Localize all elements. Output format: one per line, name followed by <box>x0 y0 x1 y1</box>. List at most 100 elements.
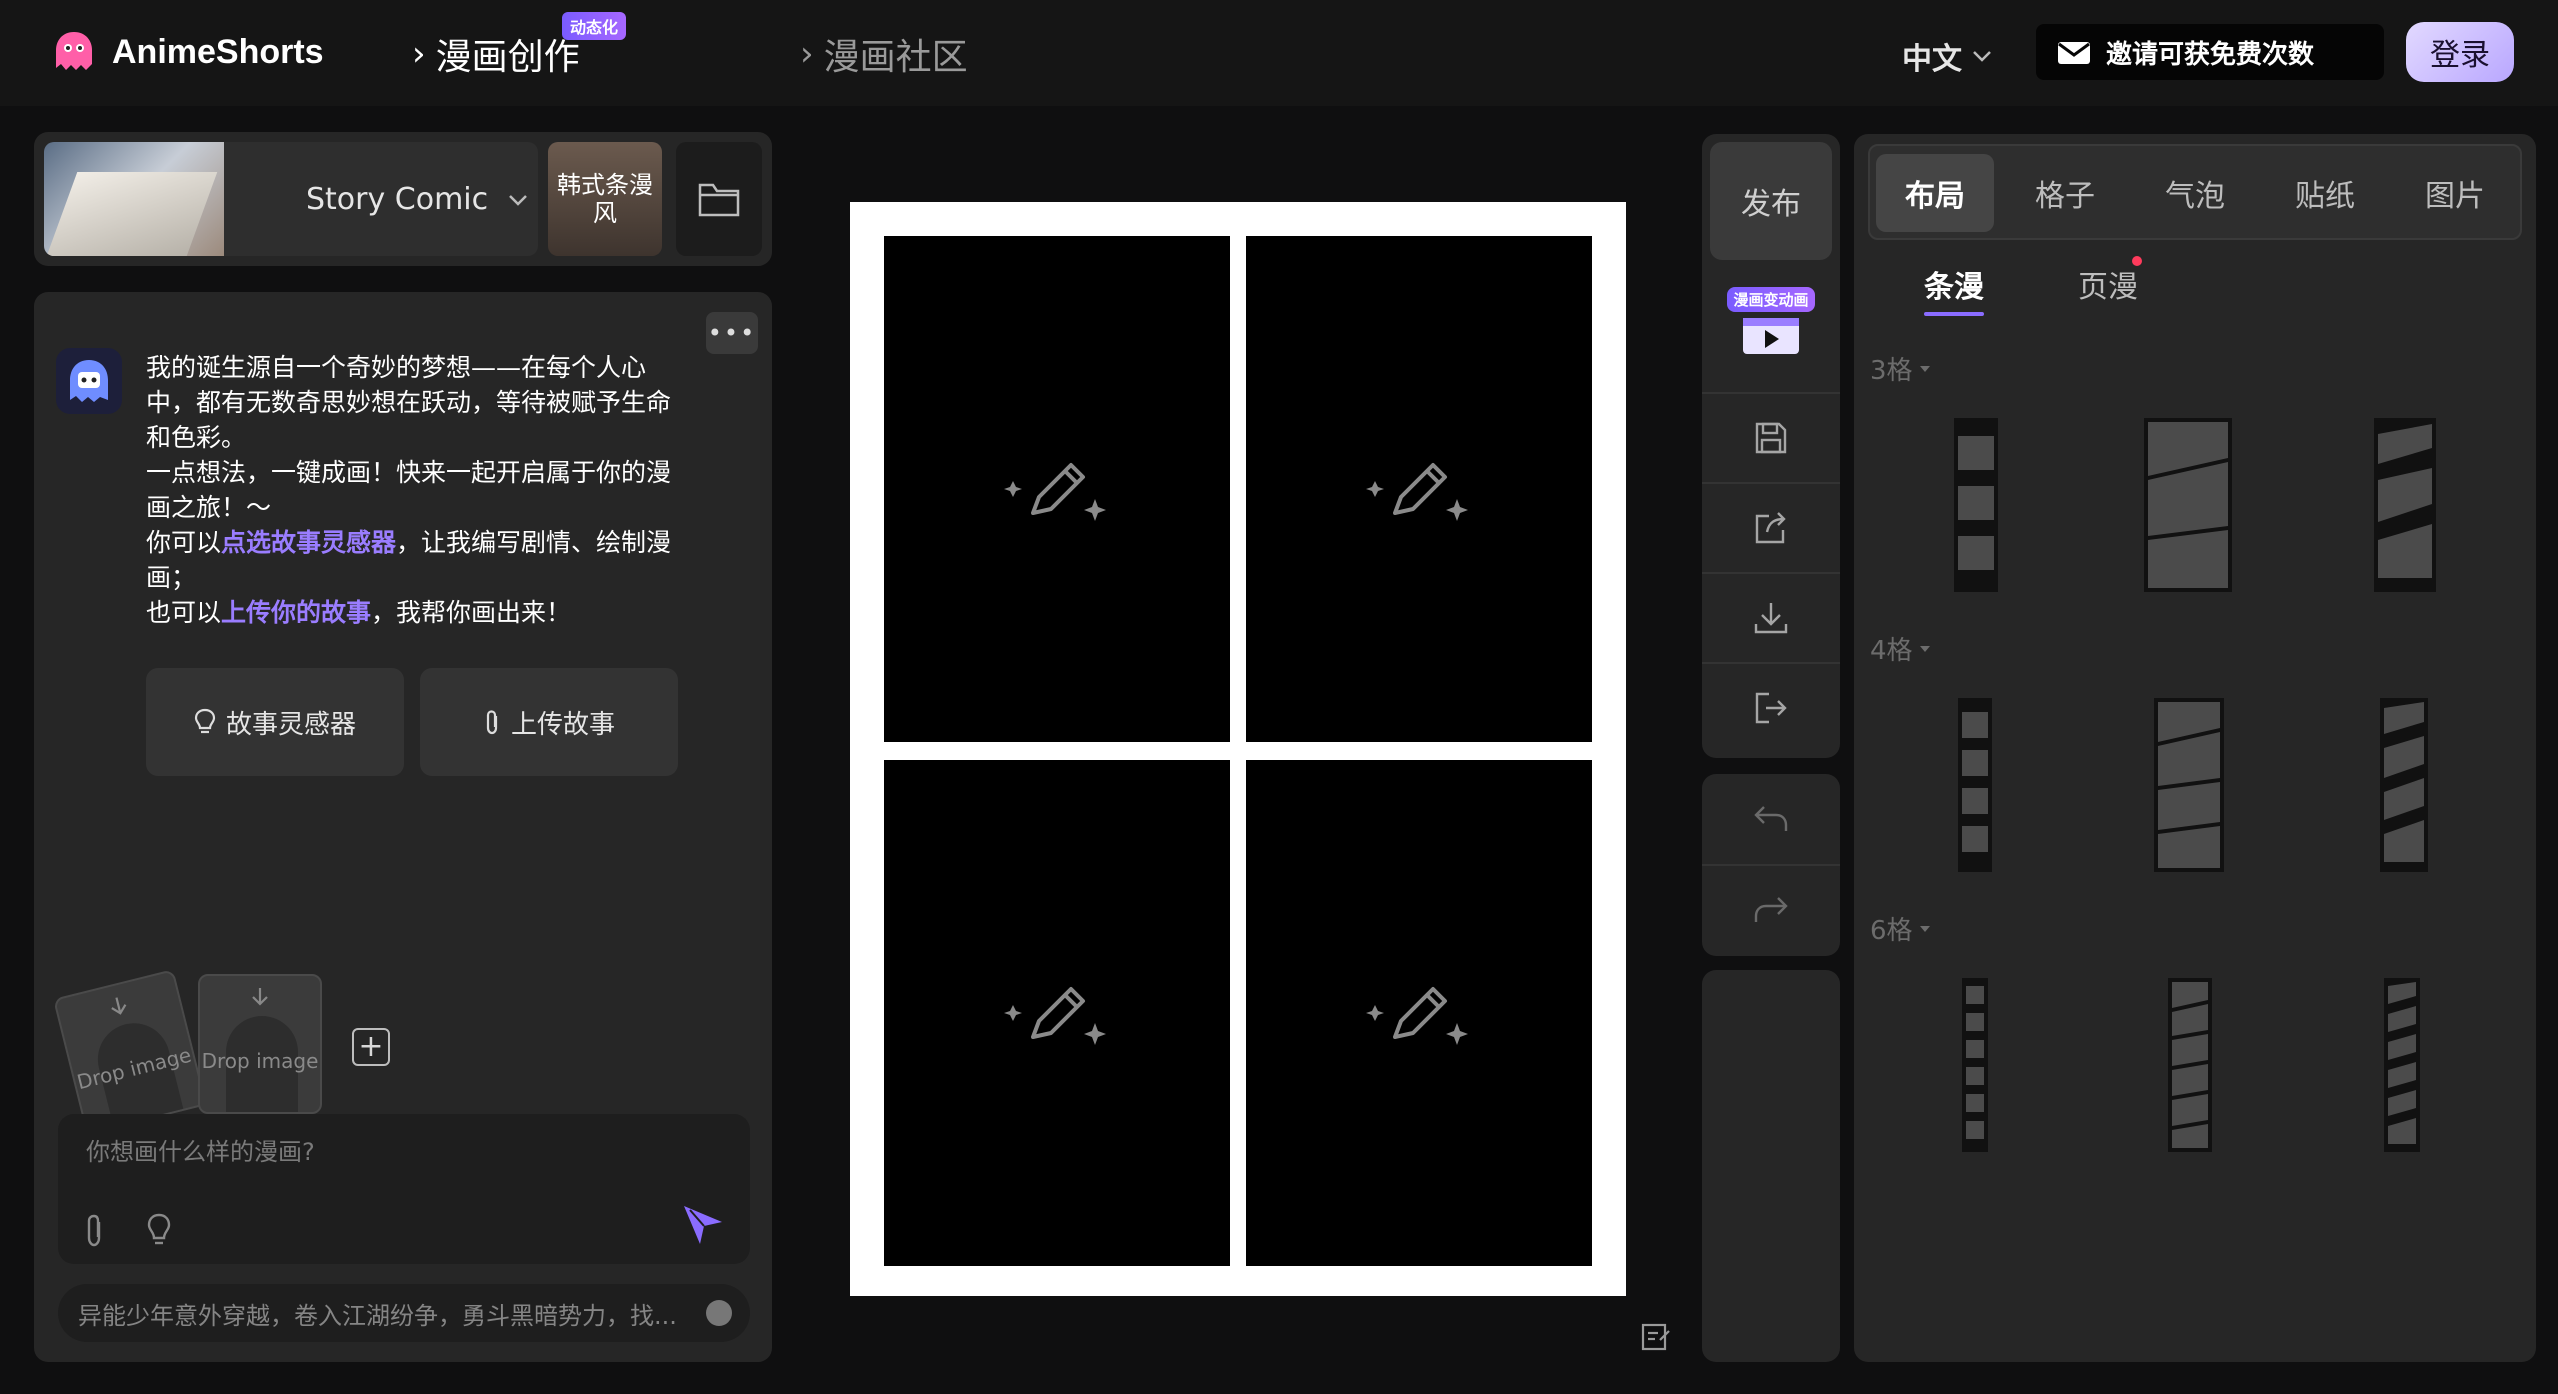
folder-button[interactable] <box>676 142 762 256</box>
caret-down-icon <box>1919 925 1931 933</box>
drop-image-slot-1[interactable]: Drop image <box>52 969 208 1135</box>
logo[interactable]: AnimeShorts <box>50 28 324 76</box>
layout-4-diagonal[interactable] <box>2380 698 2428 872</box>
logo-text: AnimeShorts <box>112 32 324 71</box>
nav-community-label: 漫画社区 <box>823 37 968 78</box>
suggestion-chip[interactable]: 异能少年意外穿越，卷入江湖纷争，勇斗黑暗势力，找... <box>58 1284 750 1342</box>
tab-image[interactable]: 图片 <box>2396 154 2514 232</box>
caret-down-icon <box>1919 645 1931 653</box>
comic-panel-1[interactable] <box>884 236 1230 742</box>
layout-3-straight[interactable] <box>1954 418 1998 592</box>
comic-canvas <box>850 202 1626 1296</box>
tab-bubble[interactable]: 气泡 <box>2136 154 2254 232</box>
section-3-panels[interactable]: 3格 <box>1870 350 1931 387</box>
logout-icon <box>1753 690 1789 726</box>
mail-icon <box>2056 38 2092 66</box>
subtab-page-comic[interactable]: 页漫 <box>2078 262 2138 306</box>
style-dropdown[interactable]: Story Comic <box>44 142 538 256</box>
chat-panel: ••• 我的诞生源自一个奇妙的梦想——在每个人心 中，都有无数奇思妙想在跃动，等… <box>34 292 772 1362</box>
bot-message-line: 我的诞生源自一个奇妙的梦想——在每个人心 <box>146 353 647 382</box>
upload-story-link[interactable]: 上传你的故事 <box>221 598 371 627</box>
layout-6-diagonal[interactable] <box>2384 978 2420 1152</box>
arrow-down-icon <box>248 986 272 1010</box>
undo-button[interactable] <box>1702 774 1840 864</box>
bot-message-line: 中，都有无数奇思妙想在跃动，等待被赋予生命 <box>146 388 672 417</box>
upload-story-button[interactable]: 上传故事 <box>420 668 678 776</box>
download-button[interactable] <box>1702 572 1840 662</box>
tab-grid[interactable]: 格子 <box>2006 154 2124 232</box>
subtab-strip-comic[interactable]: 条漫 <box>1924 262 1984 316</box>
refresh-icon[interactable] <box>706 1300 732 1326</box>
nav-comic-create[interactable]: › 漫画创作 <box>412 28 580 80</box>
style-korean-webtoon[interactable]: 韩式条漫风 <box>548 142 662 256</box>
layout-4-straight[interactable] <box>1958 698 1992 872</box>
style-selector-bar: Story Comic 韩式条漫风 <box>34 132 772 266</box>
login-button[interactable]: 登录 <box>2406 22 2514 82</box>
publish-button[interactable]: 发布 <box>1710 142 1832 260</box>
share-button[interactable] <box>1702 482 1840 572</box>
section-4-panels[interactable]: 4格 <box>1870 630 1931 667</box>
edit-note-icon[interactable] <box>1640 1320 1672 1352</box>
language-select[interactable]: 中文 <box>1902 34 1992 78</box>
comic-to-animation-button[interactable]: 漫画变动画 <box>1702 276 1840 366</box>
style-name-label: Story Comic <box>306 182 489 217</box>
add-image-button[interactable]: + <box>352 1028 390 1066</box>
share-icon <box>1753 510 1789 546</box>
layout-3-diagonal[interactable] <box>2374 418 2436 592</box>
text: ，我帮你画出来！ <box>371 598 572 627</box>
story-inspiration-button[interactable]: 故事灵感器 <box>146 668 404 776</box>
bot-message-line: 和色彩。 <box>146 423 247 452</box>
paperclip-icon[interactable] <box>84 1212 104 1248</box>
bot-message-line: 画之旅！～ <box>146 493 272 522</box>
prompt-input-placeholder: 你想画什么样的漫画? <box>86 1138 315 1166</box>
style-thumbnail <box>44 142 224 256</box>
redo-button[interactable] <box>1702 864 1840 954</box>
bot-message-line: 画； <box>146 563 197 592</box>
prompt-input-box[interactable]: 你想画什么样的漫画? <box>58 1114 750 1264</box>
nav-comic-community[interactable]: › 漫画社区 <box>800 28 968 80</box>
bot-message-line: 你可以点选故事灵感器，让我编写剧情、绘制漫 <box>146 525 686 560</box>
invite-button[interactable]: 邀请可获免费次数 <box>2036 24 2384 80</box>
drop-image-slot-2[interactable]: Drop image <box>198 974 322 1114</box>
exit-button[interactable] <box>1702 662 1840 752</box>
comic-panel-4[interactable] <box>1246 760 1592 1266</box>
more-options-button[interactable]: ••• <box>706 312 758 354</box>
bot-message-line: 一点想法，一键成画！快来一起开启属于你的漫 <box>146 458 672 487</box>
upload-story-label: 上传故事 <box>510 709 615 740</box>
lightbulb-icon <box>194 708 216 736</box>
comic-panel-3[interactable] <box>884 760 1230 1266</box>
text: 你可以 <box>146 528 222 557</box>
comic-panel-2[interactable] <box>1246 236 1592 742</box>
send-button[interactable] <box>680 1202 726 1248</box>
arrow-down-icon <box>104 993 133 1022</box>
section-label: 3格 <box>1870 356 1913 386</box>
panel-tabs: 布局 格子 气泡 贴纸 图片 <box>1868 144 2522 240</box>
section-6-panels[interactable]: 6格 <box>1870 910 1931 947</box>
layout-3-slanted[interactable] <box>2144 418 2232 592</box>
paperclip-icon <box>483 708 501 736</box>
invite-label: 邀请可获免费次数 <box>2106 39 2315 70</box>
chevron-down-icon <box>1972 49 1992 63</box>
caret-down-icon <box>1919 365 1931 373</box>
layout-6-straight[interactable] <box>1962 978 1988 1152</box>
undo-icon <box>1752 803 1790 835</box>
story-inspiration-link[interactable]: 点选故事灵感器 <box>221 528 396 557</box>
save-button[interactable] <box>1702 392 1840 482</box>
tab-sticker[interactable]: 贴纸 <box>2266 154 2384 232</box>
folder-icon <box>697 179 741 219</box>
magic-pencil-icon <box>1361 447 1477 531</box>
lightbulb-icon[interactable] <box>146 1212 172 1248</box>
chevron-down-icon <box>508 193 528 207</box>
logo-icon <box>50 28 98 76</box>
magic-pencil-icon <box>999 971 1115 1055</box>
tool-column-empty <box>1702 970 1840 1362</box>
section-label: 6格 <box>1870 916 1913 946</box>
tab-layout[interactable]: 布局 <box>1876 154 1994 232</box>
layout-4-slanted[interactable] <box>2154 698 2224 872</box>
chevron-right-icon: › <box>412 34 426 74</box>
bot-message-line: 也可以上传你的故事，我帮你画出来！ <box>146 595 686 630</box>
tool-column: 发布 漫画变动画 <box>1702 134 1840 758</box>
layout-6-slanted[interactable] <box>2168 978 2212 1152</box>
story-inspiration-label: 故事灵感器 <box>225 709 356 740</box>
suggestion-text: 异能少年意外穿越，卷入江湖纷争，勇斗黑暗势力，找... <box>78 1301 677 1330</box>
